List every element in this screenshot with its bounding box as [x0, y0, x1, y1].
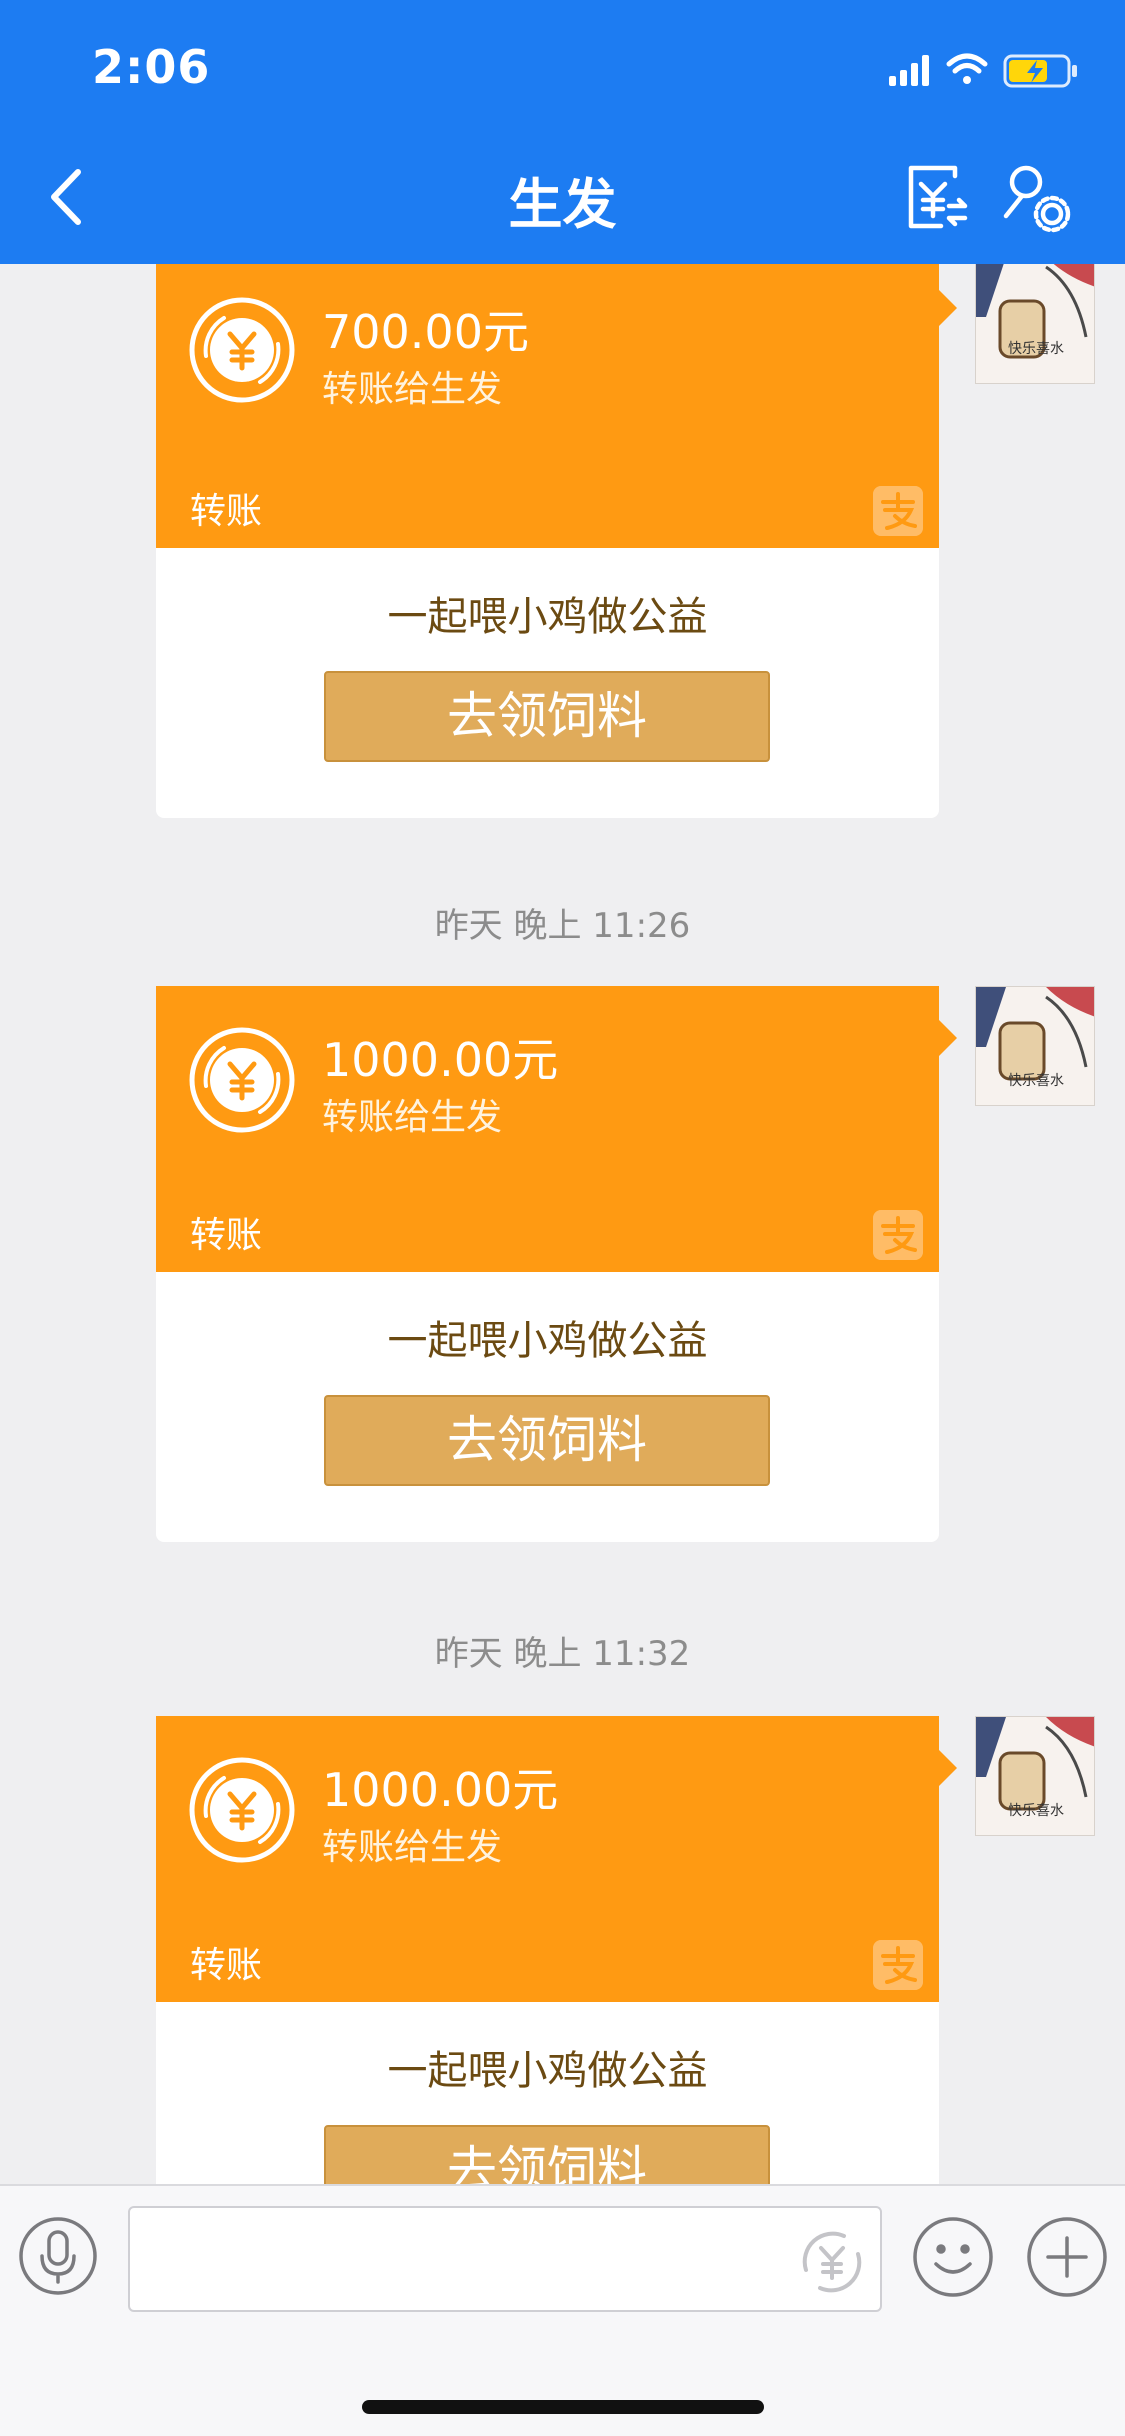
transfer-card[interactable]: 1000.00元 转账给生发 转账 — [156, 1716, 957, 2002]
smiley-icon — [913, 2217, 993, 2297]
bubble-tail — [939, 1020, 957, 1056]
avatar[interactable]: 快乐喜水 — [975, 1716, 1095, 1836]
transfer-label: 转账 — [190, 1215, 263, 1256]
alipay-icon — [873, 1940, 923, 1990]
avatar[interactable]: 快乐喜水 — [975, 986, 1095, 1106]
bubble-tail — [939, 1750, 957, 1786]
transfer-message[interactable]: 1000.00元 转账给生发 转账 一起喂小鸡做公益 去领饲料 — [156, 1716, 957, 2184]
promo-text: 一起喂小鸡做公益 — [387, 594, 708, 640]
promo-text: 一起喂小鸡做公益 — [387, 2048, 708, 2094]
status-icons — [889, 53, 1077, 88]
avatar-image: 快乐喜水 — [976, 987, 1094, 1089]
transfer-button[interactable] — [905, 164, 969, 232]
message-timestamp: 昨天 晚上 11:32 — [434, 1634, 691, 1674]
transfer-amount: 1000.00元 — [322, 1763, 559, 1817]
transfer-message[interactable]: 1000.00元 转账给生发 转账 一起喂小鸡做公益 去领饲料 — [156, 986, 957, 1542]
promo-text: 一起喂小鸡做公益 — [387, 1318, 708, 1364]
transfer-label: 转账 — [190, 1945, 263, 1986]
transfer-amount: 700.00元 — [322, 305, 529, 359]
transfer-card[interactable]: 700.00元 转账给生发 转账 — [156, 264, 957, 548]
avatar-image: 快乐喜水 — [976, 264, 1094, 359]
emoji-button[interactable] — [912, 2216, 994, 2298]
alipay-icon — [873, 1210, 923, 1260]
promo-panel: 一起喂小鸡做公益 去领饲料 — [156, 1272, 939, 1542]
message-timestamp: 昨天 晚上 11:26 — [434, 906, 691, 946]
contact-settings-button[interactable] — [1000, 164, 1072, 234]
transfer-coin-icon — [189, 297, 295, 403]
voice-button[interactable] — [18, 2216, 98, 2296]
claim-feed-button[interactable]: 去领饲料 — [324, 2125, 770, 2184]
yuan-icon — [802, 2231, 862, 2293]
avatar-caption: 快乐喜水 — [1008, 341, 1064, 357]
header: 2:06 生发 — [0, 0, 1125, 264]
transfer-card[interactable]: 1000.00元 转账给生发 转账 — [156, 986, 957, 1272]
transfer-recipient: 转账给生发 — [322, 1827, 503, 1868]
promo-panel: 一起喂小鸡做公益 去领饲料 — [156, 548, 939, 818]
transfer-shortcut-button[interactable] — [796, 2226, 868, 2298]
microphone-icon — [19, 2217, 97, 2295]
transfer-coin-icon — [189, 1027, 295, 1133]
promo-panel: 一起喂小鸡做公益 去领饲料 — [156, 2002, 939, 2184]
avatar-caption: 快乐喜水 — [1008, 1073, 1064, 1089]
chat-screen: 2:06 生发 700.00元 转账给生发 转账 一起喂小鸡做公益 去领饲料 快… — [0, 0, 1125, 2436]
home-indicator — [362, 2400, 764, 2414]
bubble-tail — [939, 290, 957, 326]
chat-list[interactable]: 700.00元 转账给生发 转账 一起喂小鸡做公益 去领饲料 快乐喜水 昨天 晚… — [0, 264, 1125, 2184]
transfer-label: 转账 — [190, 491, 263, 532]
alipay-icon — [873, 486, 923, 536]
user-settings-icon — [1003, 165, 1071, 233]
yuan-transfer-icon — [908, 165, 968, 229]
battery-icon — [1003, 54, 1077, 88]
more-button[interactable] — [1026, 2216, 1108, 2298]
wifi-icon — [946, 53, 988, 84]
plus-icon — [1027, 2217, 1107, 2297]
transfer-message[interactable]: 700.00元 转账给生发 转账 一起喂小鸡做公益 去领饲料 — [156, 264, 957, 818]
input-bar — [0, 2184, 1125, 2436]
transfer-recipient: 转账给生发 — [322, 369, 503, 410]
message-input[interactable] — [128, 2206, 882, 2312]
signal-icon — [889, 55, 929, 86]
avatar-caption: 快乐喜水 — [1008, 1803, 1064, 1819]
avatar[interactable]: 快乐喜水 — [975, 264, 1095, 384]
status-time: 2:06 — [92, 40, 211, 94]
claim-feed-button[interactable]: 去领饲料 — [324, 671, 770, 762]
avatar-image: 快乐喜水 — [976, 1717, 1094, 1819]
transfer-recipient: 转账给生发 — [322, 1097, 503, 1138]
transfer-coin-icon — [189, 1757, 295, 1863]
claim-feed-button[interactable]: 去领饲料 — [324, 1395, 770, 1486]
transfer-amount: 1000.00元 — [322, 1033, 559, 1087]
